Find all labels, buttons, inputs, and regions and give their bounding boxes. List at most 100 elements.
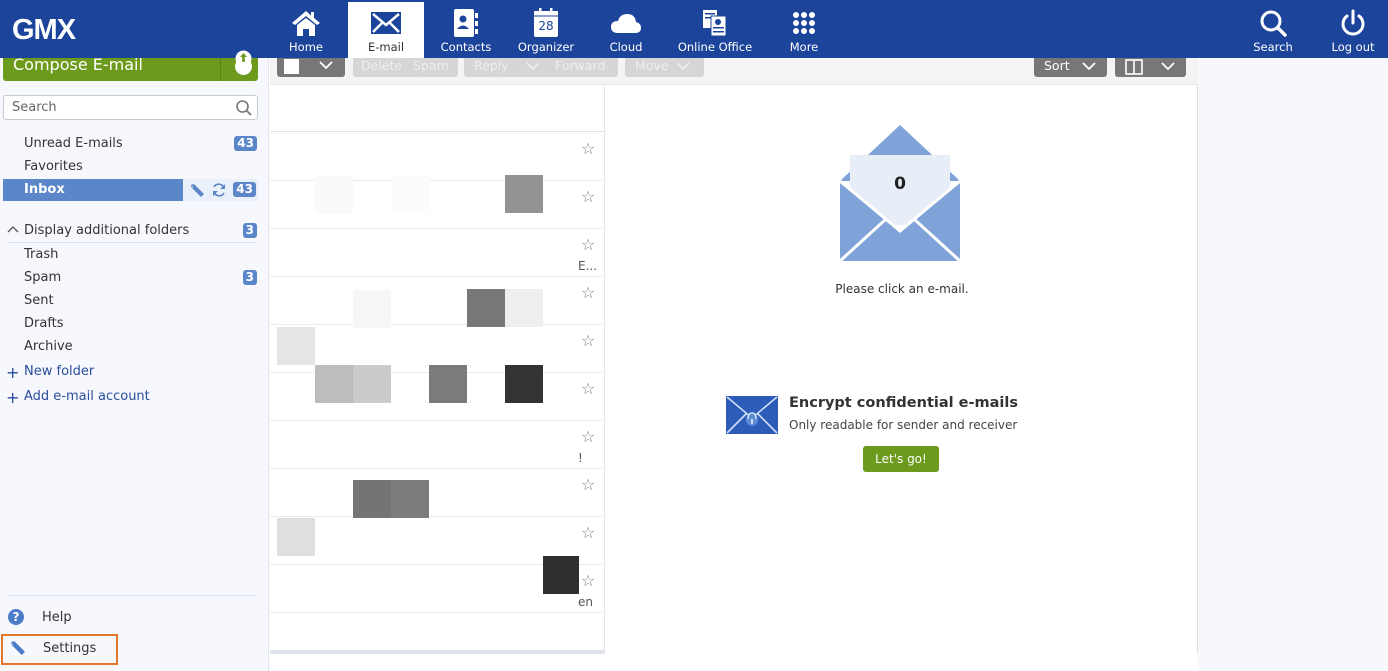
- divider: [7, 242, 257, 243]
- unread-count-display: 0: [894, 174, 906, 194]
- refresh-icon[interactable]: [211, 182, 227, 198]
- mail-list-row[interactable]: ☆: [270, 133, 605, 181]
- folder-name: Spam: [24, 270, 62, 285]
- row-snippet: !: [578, 451, 583, 465]
- layout-button[interactable]: [1115, 58, 1186, 77]
- redacted-block: [277, 327, 315, 365]
- compose-separator: [220, 58, 221, 81]
- display-additional-folders-toggle[interactable]: Display additional folders 3: [0, 220, 262, 242]
- star-icon[interactable]: ☆: [581, 427, 595, 446]
- lets-go-button[interactable]: Let's go!: [863, 446, 939, 472]
- delete-button[interactable]: Delete: [361, 58, 402, 73]
- nav-email[interactable]: E-mail: [348, 2, 424, 58]
- star-icon[interactable]: ☆: [581, 235, 595, 254]
- redacted-block: [353, 365, 391, 403]
- encrypt-promo-title: Encrypt confidential e-mails: [789, 395, 1018, 411]
- nav-online-office[interactable]: Online Office: [668, 2, 762, 58]
- gmx-logo[interactable]: GMX: [12, 14, 76, 47]
- nav-more[interactable]: More: [766, 2, 842, 58]
- redacted-block: [392, 176, 430, 214]
- wrench-icon[interactable]: [189, 182, 205, 198]
- redacted-block: [429, 365, 467, 403]
- select-all-button[interactable]: [277, 58, 345, 77]
- plus-icon: +: [6, 388, 20, 407]
- star-icon[interactable]: ☆: [581, 283, 595, 302]
- redacted-block: [353, 480, 391, 518]
- compose-email-button[interactable]: Compose E-mail: [3, 50, 258, 81]
- redacted-block: [353, 290, 391, 328]
- section-label: Display additional folders: [24, 223, 190, 238]
- spam-button[interactable]: Spam: [413, 58, 449, 73]
- folder-trash[interactable]: Trash: [0, 244, 262, 266]
- folder-search-box[interactable]: [3, 95, 258, 120]
- nav-search[interactable]: Search: [1240, 2, 1306, 58]
- add-account-label: Add e-mail account: [24, 389, 150, 404]
- calendar-day: 28: [538, 19, 554, 33]
- star-icon[interactable]: ☆: [581, 187, 595, 206]
- mail-list-row[interactable]: ☆ E...: [270, 229, 605, 277]
- documents-icon: [703, 10, 727, 37]
- compose-label: Compose E-mail: [13, 55, 143, 74]
- star-icon[interactable]: ☆: [581, 139, 595, 158]
- mail-list-header: [270, 85, 605, 132]
- folder-inbox[interactable]: Inbox 43: [3, 179, 258, 201]
- move-button[interactable]: Move: [625, 58, 704, 77]
- spam-count-badge: 3: [242, 270, 257, 285]
- search-icon[interactable]: [235, 99, 253, 117]
- chevron-down-icon[interactable]: [526, 62, 540, 71]
- folder-spam[interactable]: Spam 3: [0, 267, 262, 289]
- inbox-count-badge: 43: [233, 182, 256, 197]
- mail-list-row[interactable]: ☆!: [270, 421, 605, 469]
- folder-drafts[interactable]: Drafts: [0, 313, 262, 335]
- contacts-icon: [454, 9, 478, 37]
- star-icon[interactable]: ☆: [581, 571, 595, 590]
- wrench-icon: [11, 641, 25, 655]
- star-icon[interactable]: ☆: [581, 523, 595, 542]
- top-navigation-bar: GMX Home E-mail Contacts 28 Organizer Cl…: [0, 0, 1388, 58]
- nav-search-label: Search: [1253, 40, 1293, 54]
- folder-sent[interactable]: Sent: [0, 290, 262, 312]
- settings-label: Settings: [43, 641, 97, 656]
- help-icon: ?: [8, 609, 24, 625]
- chevron-down-icon: [676, 62, 690, 71]
- redacted-block: [543, 556, 579, 594]
- nav-logout[interactable]: Log out: [1320, 2, 1386, 58]
- forward-button[interactable]: Forward: [555, 58, 605, 73]
- redacted-block: [277, 518, 315, 556]
- chevron-down-icon: [319, 61, 333, 70]
- unread-count-badge: 43: [234, 136, 257, 151]
- sort-button[interactable]: Sort: [1034, 58, 1107, 77]
- folder-archive[interactable]: Archive: [0, 336, 262, 358]
- reply-button[interactable]: Reply: [474, 58, 509, 73]
- folder-name: Favorites: [24, 159, 83, 174]
- folder-name: Archive: [24, 339, 73, 354]
- nav-home[interactable]: Home: [268, 2, 344, 58]
- help-link[interactable]: ? Help: [0, 609, 262, 629]
- cloud-icon: [611, 14, 641, 33]
- reading-pane: 0 Please click an e-mail. Encrypt confid…: [606, 85, 1198, 654]
- chevron-down-icon: [1082, 62, 1096, 71]
- mail-list-row[interactable]: ☆: [270, 469, 605, 517]
- settings-link[interactable]: Settings: [1, 634, 118, 665]
- folder-favorites[interactable]: Favorites: [0, 156, 262, 178]
- select-checkbox[interactable]: [284, 59, 299, 74]
- compose-options-icon[interactable]: [235, 50, 252, 75]
- folder-name: Sent: [24, 293, 54, 308]
- folder-unread[interactable]: Unread E-mails 43: [0, 133, 262, 155]
- envelope-icon: [371, 12, 401, 34]
- delete-spam-group: Delete Spam: [353, 58, 458, 77]
- nav-organizer[interactable]: 28 Organizer: [508, 2, 584, 58]
- reply-forward-group: Reply Forward: [464, 58, 618, 77]
- folder-name: Inbox: [24, 182, 65, 197]
- additional-count-badge: 3: [242, 223, 257, 238]
- star-icon[interactable]: ☆: [581, 475, 595, 494]
- nav-contacts[interactable]: Contacts: [428, 2, 504, 58]
- folder-search-input[interactable]: [4, 96, 224, 119]
- nav-cloud[interactable]: Cloud: [588, 2, 664, 58]
- star-icon[interactable]: ☆: [581, 331, 595, 350]
- star-icon[interactable]: ☆: [581, 379, 595, 398]
- redacted-block: [505, 289, 543, 327]
- mail-list-row[interactable]: ☆: [270, 277, 605, 325]
- nav-home-label: Home: [289, 40, 323, 54]
- mail-list: ☆ ☆ ☆ E... ☆ ☆ ☆ ☆! ☆ ☆ ☆ en: [270, 85, 605, 654]
